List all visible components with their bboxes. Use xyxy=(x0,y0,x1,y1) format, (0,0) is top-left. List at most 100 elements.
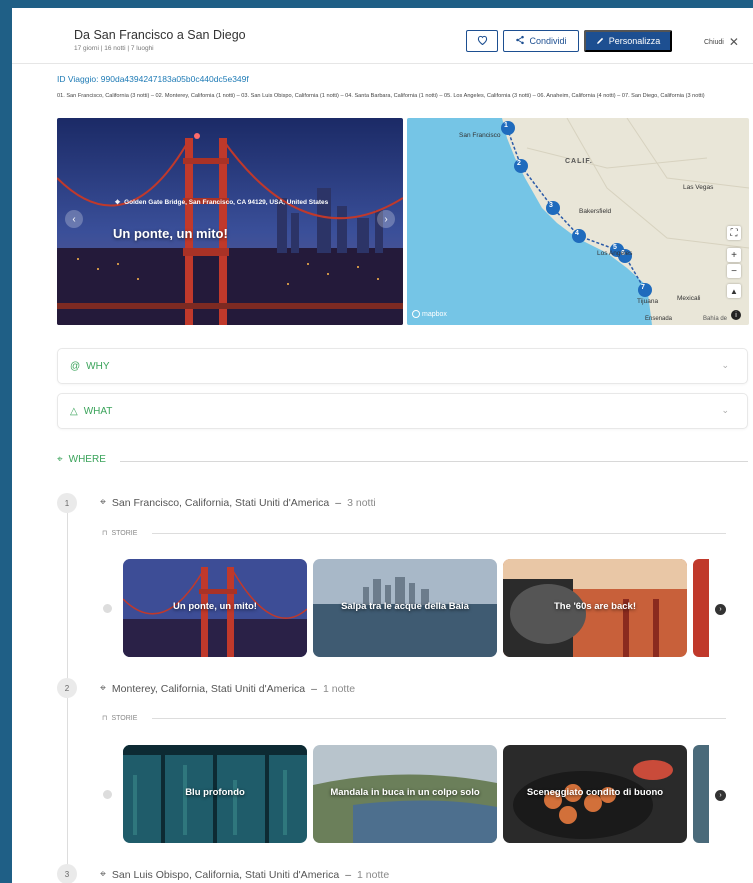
minus-icon: − xyxy=(731,265,737,277)
mapbox-icon xyxy=(412,310,420,318)
at-icon: @ xyxy=(70,361,81,372)
stop-label[interactable]: ⌖ Monterey, California, Stati Uniti d'Am… xyxy=(100,682,355,695)
map-marker[interactable]: 7 xyxy=(641,284,645,291)
customize-label: Personalizza xyxy=(608,36,661,46)
stop-place: San Francisco, California, Stati Uniti d… xyxy=(111,496,330,509)
info-icon[interactable]: i xyxy=(731,310,741,320)
map-label-tijuana: Tijuana xyxy=(637,298,659,305)
trip-summary: 17 giorni | 16 notti | 7 luoghi xyxy=(74,45,154,52)
story-title: The '60s are back! xyxy=(554,601,636,612)
what-accordion[interactable]: △ WHAT ⌄ xyxy=(57,393,748,429)
story-card[interactable]: The '60s are back! xyxy=(503,559,687,657)
location-pin-icon: ⌖ xyxy=(100,496,106,508)
why-accordion[interactable]: @ WHY ⌄ xyxy=(57,348,748,384)
carousel-dot[interactable] xyxy=(103,790,112,799)
divider xyxy=(152,718,726,719)
location-pin-icon: ⌖ xyxy=(100,868,106,880)
mapbox-logo: mapbox xyxy=(412,310,447,318)
page-title: Da San Francisco a San Diego xyxy=(74,28,246,42)
story-card[interactable]: Salpa tra le acque della Baia xyxy=(313,559,497,657)
map-marker[interactable]: 3 xyxy=(549,202,553,209)
story-card[interactable]: Mandala in buca in un colpo solo xyxy=(313,745,497,843)
hero-headline: Un ponte, un mito! xyxy=(113,226,228,241)
location-pin-icon: ⌖ xyxy=(100,682,106,694)
stories-header: ⊓ STORIE xyxy=(102,529,138,538)
map-label-mexicali: Mexicali xyxy=(677,295,701,302)
share-label: Condividi xyxy=(529,36,567,46)
story-card-peek[interactable] xyxy=(693,745,709,843)
compass-button[interactable]: ▲ xyxy=(727,284,741,298)
chevron-down-icon: ⌄ xyxy=(721,405,729,415)
bookmark-icon: ⊓ xyxy=(102,530,108,537)
close-icon: ✕ xyxy=(728,35,739,49)
story-title: Sceneggiato condito di buono xyxy=(526,787,664,798)
stop-label[interactable]: ⌖ San Francisco, California, Stati Uniti… xyxy=(100,496,376,509)
favorite-button[interactable] xyxy=(466,30,498,52)
stop-number: 2 xyxy=(57,678,77,698)
map-marker[interactable]: 4 xyxy=(575,230,579,237)
map-canvas xyxy=(407,118,749,325)
story-card-peek[interactable] xyxy=(693,559,709,657)
triangle-icon: △ xyxy=(70,406,78,417)
map-label-la: Los Angeles xyxy=(597,250,633,257)
story-title: Salpa tra le acque della Baia xyxy=(341,601,469,612)
where-label: WHERE xyxy=(68,454,106,465)
pencil-icon xyxy=(596,36,605,47)
map-label-ensenada: Ensenada xyxy=(645,316,673,322)
stop-place: Monterey, California, Stati Uniti d'Amer… xyxy=(111,682,306,695)
trip-id: ID Viaggio: 990da4394247183a05b0c440dc5e… xyxy=(57,74,249,84)
map-label-sf: San Francisco xyxy=(459,132,501,139)
bookmark-icon: ⊓ xyxy=(102,715,108,722)
share-icon xyxy=(515,35,525,47)
story-card[interactable]: Blu profondo xyxy=(123,745,307,843)
trip-detail-panel: Da San Francisco a San Diego 17 giorni |… xyxy=(12,8,753,883)
zoom-out-button[interactable]: − xyxy=(727,264,741,278)
fullscreen-button[interactable]: ⛶ xyxy=(727,226,741,240)
compass-icon: ▲ xyxy=(730,286,738,296)
story-card[interactable]: Un ponte, un mito! xyxy=(123,559,307,657)
stop-label[interactable]: ⌖ San Luis Obispo, California, Stati Uni… xyxy=(100,868,389,881)
chevron-left-icon: ‹ xyxy=(72,213,76,225)
map-label-bahia: Bahía de xyxy=(703,316,728,322)
close-button[interactable]: Chiudi ✕ xyxy=(704,35,739,49)
why-label: WHY xyxy=(86,361,110,372)
map-label-calif: CALIF. xyxy=(565,158,593,165)
carousel-dot[interactable] xyxy=(103,604,112,613)
map-label-lasvegas: Las Vegas xyxy=(683,184,714,191)
story-title: Blu profondo xyxy=(185,787,245,798)
story-title: Mandala in buca in un colpo solo xyxy=(330,787,480,798)
stop-place: San Luis Obispo, California, Stati Uniti… xyxy=(111,868,340,881)
story-title: Un ponte, un mito! xyxy=(173,601,257,612)
plus-icon: + xyxy=(731,249,737,261)
chevron-right-icon: › xyxy=(719,792,722,799)
story-card[interactable]: Sceneggiato condito di buono xyxy=(503,745,687,843)
divider xyxy=(120,461,748,462)
carousel-prev-button[interactable]: ‹ xyxy=(65,210,83,228)
what-label: WHAT xyxy=(83,406,113,417)
itinerary-summary: 01. San Francisco, California (3 notti) … xyxy=(57,93,705,99)
stories-header: ⊓ STORIE xyxy=(102,714,138,723)
chevron-down-icon: ⌄ xyxy=(721,360,729,370)
hero-location: ⌖ Golden Gate Bridge, San Francisco, CA … xyxy=(115,197,329,207)
carousel-next-button[interactable]: › xyxy=(715,604,726,615)
zoom-in-button[interactable]: + xyxy=(727,248,741,262)
share-button[interactable]: Condividi xyxy=(503,30,579,52)
map-marker[interactable]: 1 xyxy=(504,122,508,129)
hero-image: ‹ › ⌖ Golden Gate Bridge, San Francisco,… xyxy=(57,118,403,325)
panel-header: Da San Francisco a San Diego 17 giorni |… xyxy=(12,8,753,64)
carousel-next-button[interactable]: › xyxy=(715,790,726,801)
route-map[interactable]: 1 2 3 4 5 6 7 San Francisco CALIF. Las V… xyxy=(407,118,749,325)
carousel-next-button[interactable]: › xyxy=(377,210,395,228)
stop-nights: 1 notte xyxy=(357,868,390,881)
divider xyxy=(152,533,726,534)
fullscreen-icon: ⛶ xyxy=(730,227,738,239)
map-marker[interactable]: 2 xyxy=(517,160,521,167)
where-section-header: ⌖ WHERE xyxy=(57,454,106,465)
golden-gate-photo xyxy=(57,118,403,325)
customize-button[interactable]: Personalizza xyxy=(584,30,672,52)
stop-number: 3 xyxy=(57,864,77,883)
chevron-right-icon: › xyxy=(384,213,388,225)
map-label-bakersfield: Bakersfield xyxy=(579,208,612,215)
stop-nights: 3 notti xyxy=(347,496,376,509)
heart-icon xyxy=(477,35,488,47)
